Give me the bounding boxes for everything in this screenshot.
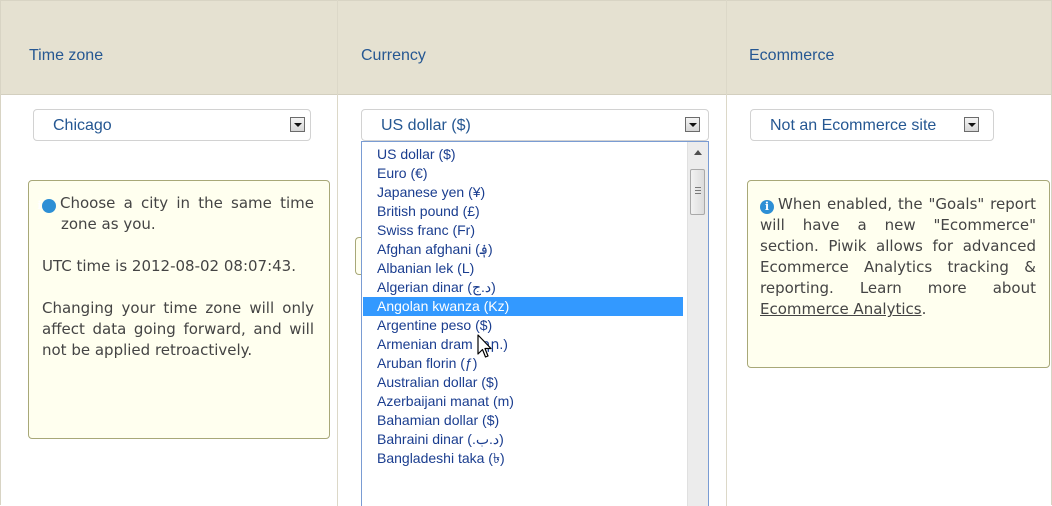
timezone-select[interactable]: Chicago <box>33 109 311 141</box>
currency-option[interactable]: Albanian lek (L) <box>363 259 683 278</box>
ecommerce-header: Ecommerce <box>749 47 835 64</box>
currency-option[interactable]: British pound (£) <box>363 202 683 221</box>
currency-option[interactable]: Armenian dram (դր.) <box>363 335 683 354</box>
utc-time-text: UTC time is 2012-08-02 08:07:43. <box>42 257 296 275</box>
timezone-selected-value: Chicago <box>53 117 112 134</box>
currency-dropdown-list[interactable]: US dollar ($) Euro (€) Japanese yen (¥) Bri… <box>361 141 709 506</box>
currency-option[interactable]: Bahraini dinar (.د.ب) <box>363 430 683 449</box>
currency-option[interactable]: US dollar ($) <box>363 145 683 164</box>
currency-selected-value: US dollar ($) <box>381 117 471 134</box>
currency-option[interactable]: Euro (€) <box>363 164 683 183</box>
currency-option[interactable]: Angolan kwanza (Kz) <box>363 297 683 316</box>
ecommerce-info-box: i When enabled, the "Goals" report will h… <box>747 180 1050 368</box>
currency-option[interactable]: Afghan afghani (؋) <box>363 240 683 259</box>
scroll-up-icon[interactable] <box>694 150 702 155</box>
table-header: Time zone Currency Ecommerce <box>1 1 1051 95</box>
ecommerce-info-period: . <box>921 300 927 318</box>
dropdown-scrollbar[interactable] <box>687 142 708 506</box>
currency-option[interactable]: Bahamian dollar ($) <box>363 411 683 430</box>
ecommerce-info-text: When enabled, the "Goals" report will ha… <box>760 195 1036 297</box>
currency-select[interactable]: US dollar ($) <box>361 109 709 141</box>
timezone-info-text: Choose a city in the same time zone as y… <box>60 194 314 233</box>
currency-option[interactable]: Aruban florin (ƒ) <box>363 354 683 373</box>
currency-option[interactable]: Bangladeshi taka (৳) <box>363 449 683 468</box>
currency-option[interactable]: Azerbaijani manat (m) <box>363 392 683 411</box>
column-divider <box>726 0 727 506</box>
currency-option[interactable]: Algerian dinar (د.ج) <box>363 278 683 297</box>
column-divider <box>337 0 338 506</box>
scrollbar-thumb[interactable] <box>690 169 705 215</box>
info-icon: i <box>37 199 56 213</box>
currency-option[interactable]: Swiss franc (Fr) <box>363 221 683 240</box>
currency-option[interactable]: Argentine peso ($) <box>363 316 683 335</box>
ecommerce-select[interactable]: Not an Ecommerce site <box>750 109 994 141</box>
currency-header: Currency <box>361 47 426 64</box>
ecommerce-selected-value: Not an Ecommerce site <box>770 117 937 134</box>
currency-option[interactable]: Japanese yen (¥) <box>363 183 683 202</box>
dropdown-arrow-icon[interactable] <box>290 117 305 132</box>
currency-option[interactable]: Australian dollar ($) <box>363 373 683 392</box>
timezone-info-box: i Choose a city in the same time zone as … <box>28 180 330 439</box>
mouse-pointer-icon <box>477 334 492 358</box>
timezone-note-text: Changing your time zone will only affect… <box>42 299 314 359</box>
info-icon: i <box>760 200 774 214</box>
dropdown-arrow-icon[interactable] <box>964 117 979 132</box>
dropdown-arrow-icon[interactable] <box>685 117 700 132</box>
timezone-header: Time zone <box>29 47 104 64</box>
ecommerce-analytics-link[interactable]: Ecommerce Analytics <box>760 300 922 318</box>
